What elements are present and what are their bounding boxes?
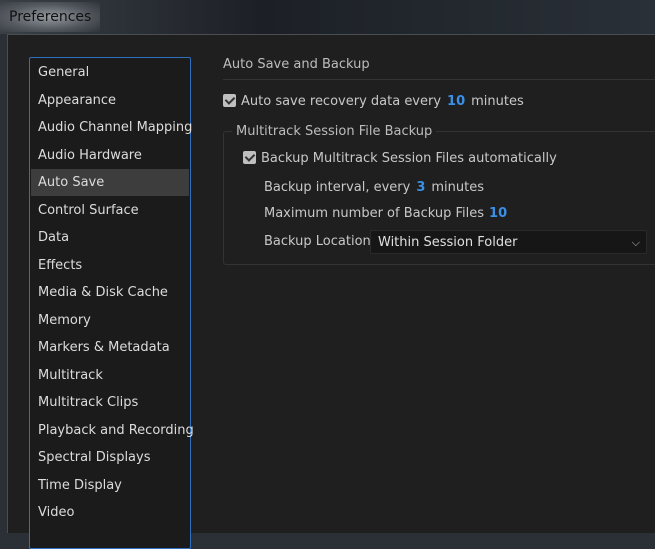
- sidebar-item-multitrack[interactable]: Multitrack: [31, 362, 189, 389]
- sidebar-item-spectral-displays[interactable]: Spectral Displays: [31, 444, 189, 471]
- category-list[interactable]: General Appearance Audio Channel Mapping Au…: [29, 57, 194, 549]
- window-title: Preferences: [9, 9, 92, 25]
- backup-auto-row: Backup Multitrack Session Files automati…: [243, 151, 557, 166]
- sidebar-item-media-disk-cache[interactable]: Media & Disk Cache: [31, 279, 189, 306]
- backup-location-value: Within Session Folder: [378, 235, 518, 250]
- autosave-checkbox[interactable]: [223, 94, 236, 107]
- backup-auto-checkbox[interactable]: [243, 151, 256, 164]
- chevron-down-icon: ⌵: [631, 236, 640, 249]
- max-files-value[interactable]: 10: [489, 206, 507, 221]
- auto-save-panel: Auto Save and Backup Auto save recovery …: [223, 57, 655, 265]
- autosave-label: Auto save recovery data every: [241, 94, 442, 109]
- sidebar-item-audio-hardware[interactable]: Audio Hardware: [31, 142, 189, 169]
- sidebar-item-time-display[interactable]: Time Display: [31, 472, 189, 499]
- autosave-unit: minutes: [471, 94, 524, 109]
- sidebar-item-playback-and-recording[interactable]: Playback and Recording: [31, 417, 194, 444]
- section-heading: Auto Save and Backup: [223, 57, 655, 80]
- max-files-row: Maximum number of Backup Files 10: [264, 206, 513, 221]
- sidebar-item-multitrack-clips[interactable]: Multitrack Clips: [31, 389, 189, 416]
- interval-unit: minutes: [431, 180, 485, 195]
- interval-value[interactable]: 3: [416, 180, 425, 195]
- interval-row: Backup interval, every 3 minutes: [264, 180, 484, 195]
- max-files-label: Maximum number of Backup Files: [264, 206, 485, 221]
- sidebar-item-general[interactable]: General: [31, 59, 189, 86]
- multitrack-backup-group: Multitrack Session File Backup Backup Mu…: [223, 124, 655, 265]
- sidebar-item-control-surface[interactable]: Control Surface: [31, 197, 189, 224]
- sidebar-item-memory[interactable]: Memory: [31, 307, 189, 334]
- backup-auto-label: Backup Multitrack Session Files automati…: [261, 151, 557, 166]
- autosave-row: Auto save recovery data every 10 minutes: [223, 94, 524, 109]
- sidebar-item-data[interactable]: Data: [31, 224, 189, 251]
- title-bar: Preferences: [0, 0, 655, 34]
- location-label: Backup Location: [264, 234, 371, 249]
- sidebar-item-auto-save[interactable]: Auto Save: [31, 169, 189, 196]
- sidebar-item-effects[interactable]: Effects: [31, 252, 189, 279]
- sidebar-item-markers-metadata[interactable]: Markers & Metadata: [31, 334, 189, 361]
- sidebar-item-appearance[interactable]: Appearance: [31, 87, 189, 114]
- sidebar-item-video[interactable]: Video: [31, 499, 189, 526]
- interval-label: Backup interval, every: [264, 180, 411, 195]
- group-title: Multitrack Session File Backup: [232, 124, 437, 139]
- autosave-interval-value[interactable]: 10: [447, 94, 465, 109]
- sidebar-item-audio-channel-mapping[interactable]: Audio Channel Mapping: [31, 114, 192, 141]
- backup-location-dropdown[interactable]: Within Session Folder ⌵: [370, 230, 647, 254]
- preferences-window: General Appearance Audio Channel Mapping Au…: [7, 34, 655, 549]
